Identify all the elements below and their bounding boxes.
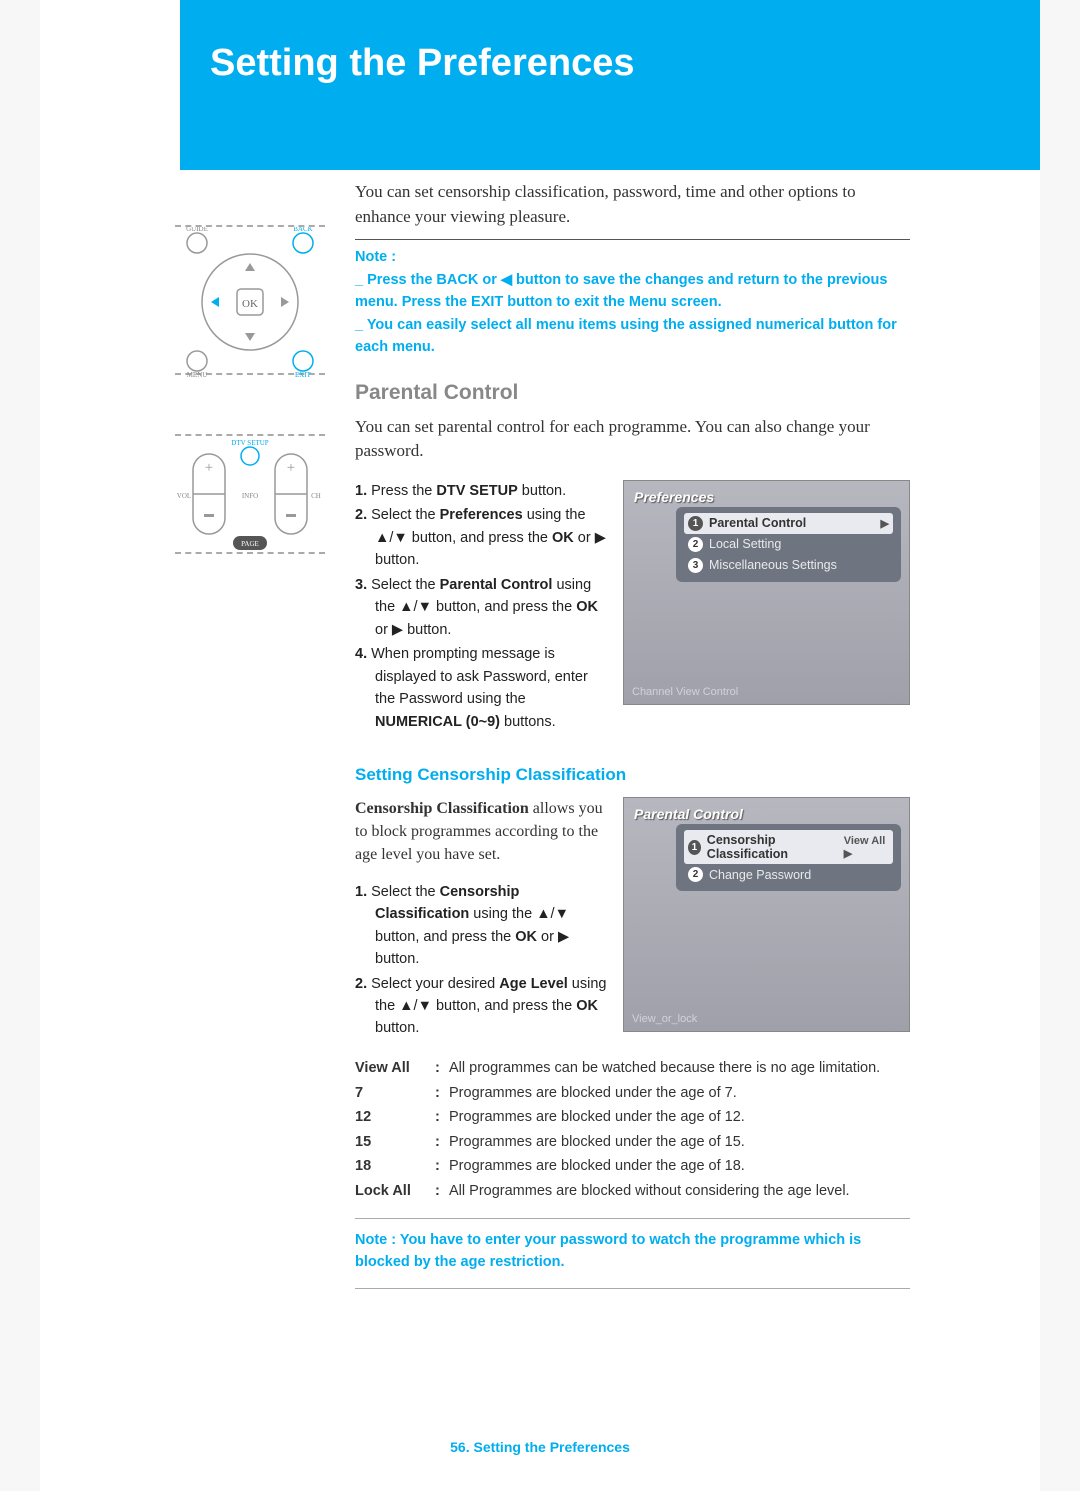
- menu-label: MENU: [187, 371, 208, 377]
- page: Setting the Preferences OK GUIDE BACK ME…: [40, 0, 1040, 1491]
- parental-row: 1. Press the DTV SETUP button. 2. Select…: [355, 480, 910, 735]
- note-text: _ Press the: [355, 272, 436, 288]
- age-row-7: 7:Programmes are blocked under the age o…: [355, 1081, 910, 1106]
- content-column: You can set censorship classification, p…: [355, 180, 910, 1299]
- menu-item-parental-control: 1Parental Control▶: [684, 513, 893, 534]
- subsection-heading-censorship: Setting Censorship Classification: [355, 765, 910, 785]
- censorship-steps: 1. Select the Censorship Classification …: [355, 881, 607, 1040]
- screenshot-title: Parental Control: [634, 806, 743, 822]
- divider: [355, 239, 910, 240]
- guide-label: GUIDE: [186, 227, 208, 233]
- exit-label: EXIT: [295, 371, 312, 377]
- step-3: 3. Select the Parental Control using the…: [355, 574, 607, 641]
- age-level-table: View All:All programmes can be watched b…: [355, 1056, 910, 1204]
- age-row-18: 18:Programmes are blocked under the age …: [355, 1154, 910, 1179]
- sidebar-glyph-icon: [636, 511, 664, 537]
- age-row-12: 12:Programmes are blocked under the age …: [355, 1105, 910, 1130]
- sidebar-glyph-icon: [636, 948, 664, 974]
- divider: [355, 1288, 910, 1289]
- password-footnote: Note : You have to enter your password t…: [355, 1229, 910, 1274]
- ok-label: OK: [242, 298, 258, 310]
- step-4: 4. When prompting message is displayed t…: [355, 643, 607, 733]
- parental-control-screenshot: Parental Control 1Censorship Classificat…: [623, 797, 910, 1032]
- menu-item-misc-settings: 3Miscellaneous Settings: [684, 555, 893, 576]
- dtv-setup-label: DTV SETUP: [231, 439, 269, 447]
- vol-label: VOL: [177, 492, 191, 500]
- sidebar-glyph-icon: [636, 828, 664, 854]
- svg-text:+: +: [205, 460, 213, 476]
- step-2: 2. Select the Preferences using the ▲/▼ …: [355, 504, 607, 571]
- screenshot-footer: Channel View Control: [632, 686, 738, 698]
- exit-keyword: EXIT: [471, 294, 503, 310]
- sidebar-glyph-icon: [636, 591, 664, 617]
- note-label: Note :: [355, 246, 910, 268]
- remote-diagram-channel: + + DTV SETUP VOL CH INFO PAGE: [175, 434, 325, 554]
- back-label: BACK: [293, 227, 312, 233]
- screenshot-panel: 1Parental Control▶ 2Local Setting 3Misce…: [676, 507, 901, 582]
- remote-ch-icon: + + DTV SETUP VOL CH INFO PAGE: [175, 436, 325, 556]
- sidebar-glyph-icon: [636, 908, 664, 934]
- screenshot-title: Preferences: [634, 489, 714, 505]
- step-2: 2. Select your desired Age Level using t…: [355, 973, 607, 1040]
- page-label: PAGE: [241, 540, 259, 548]
- ch-label: CH: [311, 492, 321, 500]
- screenshot-footer: View_or_lock: [632, 1013, 697, 1025]
- remote-nav-icon: OK GUIDE BACK MENU EXIT: [175, 227, 325, 377]
- section-heading-parental: Parental Control: [355, 381, 910, 405]
- age-row-15: 15:Programmes are blocked under the age …: [355, 1130, 910, 1155]
- preferences-screenshot: Preferences 1Parental Control▶ 2Local Se…: [623, 480, 910, 705]
- step-1: 1. Press the DTV SETUP button.: [355, 480, 607, 502]
- parental-steps: 1. Press the DTV SETUP button. 2. Select…: [355, 480, 607, 733]
- age-row-view-all: View All:All programmes can be watched b…: [355, 1056, 910, 1081]
- sidebar-glyph-icon: [636, 868, 664, 894]
- page-footer: 56. Setting the Preferences: [40, 1439, 1040, 1455]
- sidebar-glyph-icon: [636, 631, 664, 657]
- page-title: Setting the Preferences: [210, 42, 634, 85]
- note-line-2: _ You can easily select all menu items u…: [355, 314, 910, 359]
- remote-diagram-navigation: OK GUIDE BACK MENU EXIT: [175, 225, 325, 375]
- menu-item-censorship-classification: 1Censorship ClassificationView All ▶: [684, 830, 893, 864]
- sidebar-glyph-icon: [636, 988, 664, 1014]
- screenshot-sidebar-icons: [630, 828, 670, 1014]
- age-row-lock-all: Lock All:All Programmes are blocked with…: [355, 1179, 910, 1204]
- back-keyword: BACK: [436, 272, 478, 288]
- screenshot-sidebar-icons: [630, 511, 670, 697]
- note-text: button to exit the Menu screen.: [503, 294, 721, 310]
- screenshot-panel: 1Censorship ClassificationView All ▶ 2Ch…: [676, 824, 901, 891]
- censorship-row: Censorship Classification allows you to …: [355, 797, 910, 1042]
- censorship-intro: Censorship Classification allows you to …: [355, 797, 607, 867]
- menu-item-local-setting: 2Local Setting: [684, 534, 893, 555]
- header-band: Setting the Preferences: [180, 0, 1040, 170]
- divider: [355, 1218, 910, 1219]
- intro-paragraph: You can set censorship classification, p…: [355, 180, 910, 229]
- sidebar-glyph-icon: [636, 551, 664, 577]
- info-label: INFO: [242, 492, 258, 500]
- note-line-1: _ Press the BACK or ◀ button to save the…: [355, 269, 910, 314]
- menu-item-change-password: 2Change Password: [684, 864, 893, 885]
- svg-text:+: +: [287, 460, 295, 476]
- note-block: Note : _ Press the BACK or ◀ button to s…: [355, 246, 910, 358]
- parental-intro: You can set parental control for each pr…: [355, 415, 910, 464]
- step-1: 1. Select the Censorship Classification …: [355, 881, 607, 971]
